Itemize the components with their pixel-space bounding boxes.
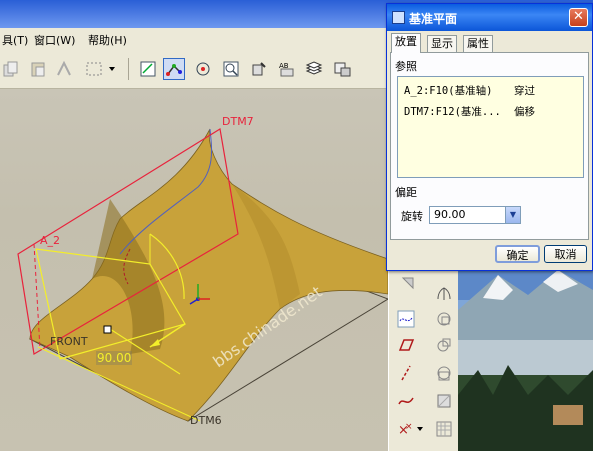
dialog-icon	[392, 11, 405, 24]
dtm7-label: DTM7	[222, 115, 254, 128]
datum-axis-display-icon[interactable]	[163, 58, 185, 80]
axis-icon[interactable]	[395, 362, 417, 384]
round-icon[interactable]	[433, 308, 455, 330]
curved-surface	[29, 128, 388, 422]
reference-name: DTM7:F12(基准...	[404, 106, 501, 118]
sketched-curve-icon[interactable]	[395, 308, 417, 330]
reference-type[interactable]: 穿过	[514, 83, 535, 98]
shell-icon[interactable]	[433, 390, 455, 412]
list-item[interactable]: DTM7:F12(基准... 偏移	[404, 104, 535, 119]
reference-type[interactable]: 偏移	[514, 104, 535, 119]
tab-display[interactable]: 显示	[427, 35, 457, 52]
datum-point-tool-icon[interactable]	[397, 272, 419, 294]
datum-plane-dialog: 基准平面 ✕ 放置 显示 属性 参照 A_2:F10(基准轴) 穿过 DTM7:…	[386, 3, 593, 271]
datum-point-set-icon[interactable]: × ×	[395, 418, 417, 440]
close-button[interactable]: ✕	[569, 8, 588, 27]
offset-label: 偏距	[395, 186, 417, 199]
svg-text:×: ×	[405, 422, 413, 432]
graphics-viewport[interactable]: bbs.chinade.net DTM7 A_2 FRONT DTM6 90.0…	[0, 89, 388, 451]
menu-tools[interactable]: 具(T)	[2, 32, 28, 48]
dtm6-label: DTM6	[190, 414, 222, 427]
layers-icon[interactable]	[303, 58, 325, 80]
dialog-title: 基准平面	[409, 12, 458, 26]
chevron-down-icon[interactable]	[106, 58, 118, 80]
drag-handle	[103, 325, 112, 334]
rotate-value: 90.00	[434, 208, 466, 221]
dialog-title-bar[interactable]: 基准平面 ✕	[387, 4, 592, 31]
list-item[interactable]: A_2:F10(基准轴) 穿过	[404, 83, 535, 98]
cancel-button[interactable]: 取消	[544, 245, 587, 263]
front-label: FRONT	[50, 335, 88, 348]
hole-icon[interactable]	[433, 362, 455, 384]
desktop-background	[458, 270, 593, 451]
chamfer-icon[interactable]	[433, 334, 455, 356]
a2-label: A_2	[40, 234, 61, 247]
annotation-icon[interactable]: AB	[276, 58, 298, 80]
chevron-down-icon[interactable]: ▼	[505, 207, 520, 223]
selection-box-icon[interactable]	[83, 58, 105, 80]
rotate-label: 旋转	[401, 210, 423, 223]
mirror-icon[interactable]	[433, 282, 455, 304]
pattern-icon[interactable]	[433, 418, 455, 440]
menu-bar: 具(T) 窗口(W) 帮助(H)	[0, 28, 400, 50]
tab-placement[interactable]: 放置	[391, 33, 421, 53]
toolbar: AB	[0, 50, 388, 89]
feature-toolbar: × ×	[388, 270, 459, 451]
chevron-down-icon[interactable]	[415, 418, 425, 440]
copy-icon[interactable]	[0, 58, 22, 80]
reference-name: A_2:F10(基准轴)	[404, 85, 493, 97]
toolbar-separator	[128, 58, 129, 80]
plane-icon[interactable]	[395, 334, 417, 356]
insert-icon[interactable]	[247, 58, 269, 80]
camera-view-icon[interactable]	[331, 58, 353, 80]
tab-properties[interactable]: 属性	[463, 35, 493, 52]
placement-panel: 参照 A_2:F10(基准轴) 穿过 DTM7:F12(基准... 偏移 偏距 …	[390, 52, 589, 240]
curve-icon[interactable]	[395, 390, 417, 412]
menu-window[interactable]: 窗口(W)	[34, 32, 75, 48]
paste-special-icon[interactable]	[53, 58, 75, 80]
references-label: 参照	[395, 60, 417, 73]
sketch-icon[interactable]	[137, 58, 159, 80]
dimension-label[interactable]: 90.00	[96, 351, 133, 365]
datum-point-icon[interactable]	[192, 58, 214, 80]
menu-help[interactable]: 帮助(H)	[88, 32, 127, 48]
paste-icon[interactable]	[27, 58, 49, 80]
ok-button[interactable]: 确定	[495, 245, 540, 263]
references-list[interactable]: A_2:F10(基准轴) 穿过 DTM7:F12(基准... 偏移	[397, 76, 584, 178]
zoom-icon[interactable]	[220, 58, 242, 80]
rotate-value-select[interactable]: 90.00 ▼	[429, 206, 521, 224]
